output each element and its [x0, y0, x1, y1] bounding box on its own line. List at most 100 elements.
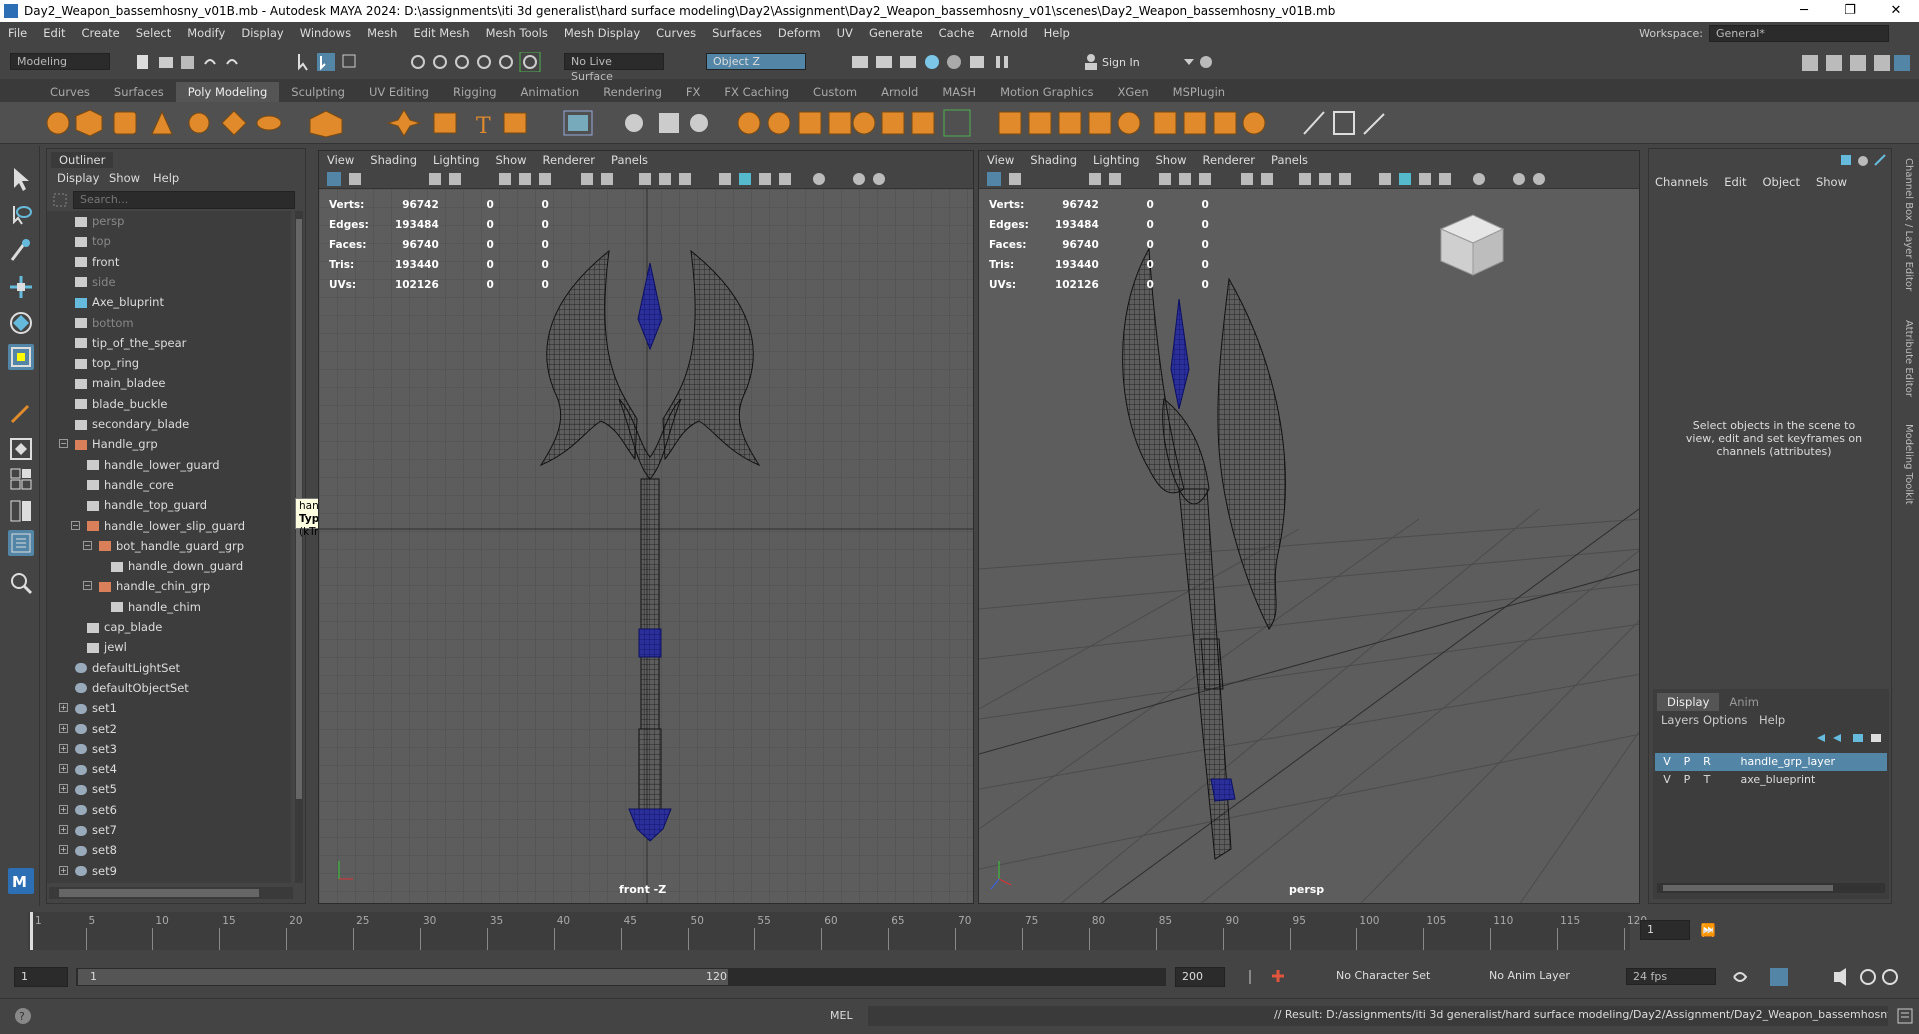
close-button[interactable]: ✕ — [1873, 0, 1919, 22]
layer-name[interactable]: axe_blueprint — [1741, 773, 1816, 786]
shelf-tab-poly-modeling[interactable]: Poly Modeling — [175, 82, 280, 102]
outliner-item[interactable]: − handle_lower_slip_guard — [71, 516, 245, 536]
shelf-tab-animation[interactable]: Animation — [509, 82, 592, 102]
menu-create[interactable]: Create — [74, 26, 128, 40]
outliner-item[interactable]: cap_blade — [87, 617, 162, 637]
outliner-item[interactable]: main_bladee — [75, 373, 165, 393]
shelf-tab-uv-editing[interactable]: UV Editing — [357, 82, 441, 102]
vp-front-menu-show[interactable]: Show — [488, 153, 535, 167]
sign-in-button[interactable]: Sign In — [1102, 56, 1140, 69]
expand-toggle-icon[interactable]: + — [59, 764, 68, 774]
workspace-dropdown[interactable]: General* — [1709, 25, 1889, 42]
channels-menu-show[interactable]: Show — [1816, 175, 1847, 189]
menu-surfaces[interactable]: Surfaces — [704, 26, 770, 40]
time-slider[interactable]: 1 5 10 15 20 25 30 35 40 45 50 55 60 65 70 75 80 85 90 95 10… — [0, 908, 1919, 954]
outliner-item[interactable]: jewl — [87, 637, 127, 657]
menu-select[interactable]: Select — [128, 26, 179, 40]
outliner-item[interactable]: handle_core — [87, 475, 174, 495]
menu-mesh[interactable]: Mesh — [359, 26, 405, 40]
layers-h-scrollbar[interactable] — [1657, 883, 1885, 893]
menu-windows[interactable]: Windows — [292, 26, 359, 40]
minimize-button[interactable]: ─ — [1781, 0, 1827, 22]
shelf-tab-fx[interactable]: FX — [674, 82, 713, 102]
single-layout-icon[interactable] — [8, 436, 34, 462]
layer-tab-anim[interactable]: Anim — [1719, 693, 1769, 711]
layer-display-type-toggle[interactable]: R — [1699, 753, 1715, 771]
script-language-toggle[interactable]: MEL — [830, 1009, 853, 1022]
rotate-tool-icon[interactable] — [8, 310, 34, 336]
vp-front-menu-shading[interactable]: Shading — [362, 153, 425, 167]
animation-start-field[interactable]: 1 — [14, 967, 68, 987]
outliner-menu-help[interactable]: Help — [153, 171, 179, 185]
menu-help[interactable]: Help — [1036, 26, 1078, 40]
shelf-tab-rendering[interactable]: Rendering — [591, 82, 674, 102]
menu-file[interactable]: File — [0, 26, 35, 40]
vp-front-menu-renderer[interactable]: Renderer — [535, 153, 604, 167]
outliner-item[interactable]: + set9 — [59, 861, 117, 881]
menu-display[interactable]: Display — [233, 26, 291, 40]
outliner-item[interactable]: + set7 — [59, 820, 117, 840]
scale-tool-icon[interactable] — [8, 344, 34, 370]
playback-option-icons[interactable] — [1730, 966, 1900, 988]
expand-toggle-icon[interactable]: + — [59, 845, 68, 855]
outliner-item[interactable]: blade_buckle — [75, 394, 168, 414]
outliner-item[interactable]: defaultLightSet — [75, 658, 180, 678]
vp-front-menu-panels[interactable]: Panels — [603, 153, 656, 167]
side-tab-attribute-editor[interactable]: Attribute Editor — [1903, 320, 1914, 397]
script-editor-icon[interactable] — [1896, 1007, 1914, 1025]
outliner-menu-show[interactable]: Show — [109, 171, 140, 185]
expand-toggle-icon[interactable]: + — [59, 865, 68, 875]
vp-persp-menu-show[interactable]: Show — [1148, 153, 1195, 167]
shelf-tab-rigging[interactable]: Rigging — [441, 82, 509, 102]
shelf-tab-fx-caching[interactable]: FX Caching — [712, 82, 801, 102]
vp-front-menu-view[interactable]: View — [319, 153, 362, 167]
outliner-item[interactable]: +set10 — [75, 881, 124, 883]
chevron-down-icon[interactable] — [1182, 54, 1212, 70]
outliner-item[interactable]: − bot_handle_guard_grp — [83, 536, 244, 556]
shelf-tab-surfaces[interactable]: Surfaces — [102, 82, 176, 102]
expand-toggle-icon[interactable]: + — [59, 784, 68, 794]
outliner-layout-icon[interactable] — [8, 530, 34, 556]
outliner-item[interactable]: bottom — [75, 313, 134, 333]
viewport-persp-toolbar[interactable] — [979, 169, 1639, 189]
menu-generate[interactable]: Generate — [861, 26, 931, 40]
shelf-tab-xgen[interactable]: XGen — [1106, 82, 1161, 102]
live-surface-field[interactable]: No Live Surface — [564, 53, 664, 83]
maximize-button[interactable]: ❐ — [1827, 0, 1873, 22]
shelf-tab-msplugin[interactable]: MSPlugin — [1161, 82, 1237, 102]
paint-select-icon[interactable] — [8, 238, 34, 264]
outliner-item[interactable]: handle_top_guard — [87, 495, 207, 515]
expand-toggle-icon[interactable]: − — [59, 439, 68, 449]
four-view-layout-icon[interactable] — [8, 466, 34, 492]
expand-toggle-icon[interactable]: + — [59, 804, 68, 814]
panel-toggle-icons[interactable] — [1800, 53, 1910, 73]
range-slider[interactable]: 1 120 — [76, 968, 1166, 986]
object-name-field[interactable]: Object Z — [706, 53, 806, 70]
outliner-item[interactable]: top_ring — [75, 353, 139, 373]
layer-row-axe-blueprint[interactable]: VPT axe_blueprint — [1655, 771, 1887, 789]
channels-menu-object[interactable]: Object — [1763, 175, 1800, 189]
menu-uv[interactable]: UV — [829, 26, 861, 40]
menu-modify[interactable]: Modify — [179, 26, 233, 40]
animation-end-field[interactable]: 200 — [1175, 967, 1225, 987]
layer-playback-toggle[interactable]: P — [1679, 771, 1695, 789]
expand-toggle-icon[interactable]: + — [59, 723, 68, 733]
outliner-item[interactable]: top — [75, 231, 111, 251]
search-icon[interactable] — [8, 570, 34, 596]
outliner-item[interactable]: + set8 — [59, 840, 117, 860]
menu-cache[interactable]: Cache — [931, 26, 983, 40]
menu-mesh-tools[interactable]: Mesh Tools — [478, 26, 556, 40]
viewport-front-toolbar[interactable] — [319, 169, 973, 189]
outliner-item[interactable]: Axe_bluprint — [75, 292, 164, 312]
outliner-item[interactable]: + set6 — [59, 800, 117, 820]
outliner-item[interactable]: defaultObjectSet — [75, 678, 189, 698]
outliner-item[interactable]: + set3 — [59, 739, 117, 759]
fps-dropdown[interactable]: 24 fps — [1626, 968, 1716, 985]
viewport-persp[interactable]: View Shading Lighting Show Renderer Pane… — [978, 150, 1640, 904]
layers-menu-options[interactable]: Options — [1703, 713, 1747, 727]
expand-toggle-icon[interactable]: − — [83, 540, 92, 550]
outliner-item[interactable]: handle_chim — [111, 597, 201, 617]
side-tab-channel-box[interactable]: Channel Box / Layer Editor — [1903, 158, 1914, 291]
last-tool-icon[interactable] — [8, 400, 34, 426]
move-tool-icon[interactable] — [8, 274, 34, 300]
